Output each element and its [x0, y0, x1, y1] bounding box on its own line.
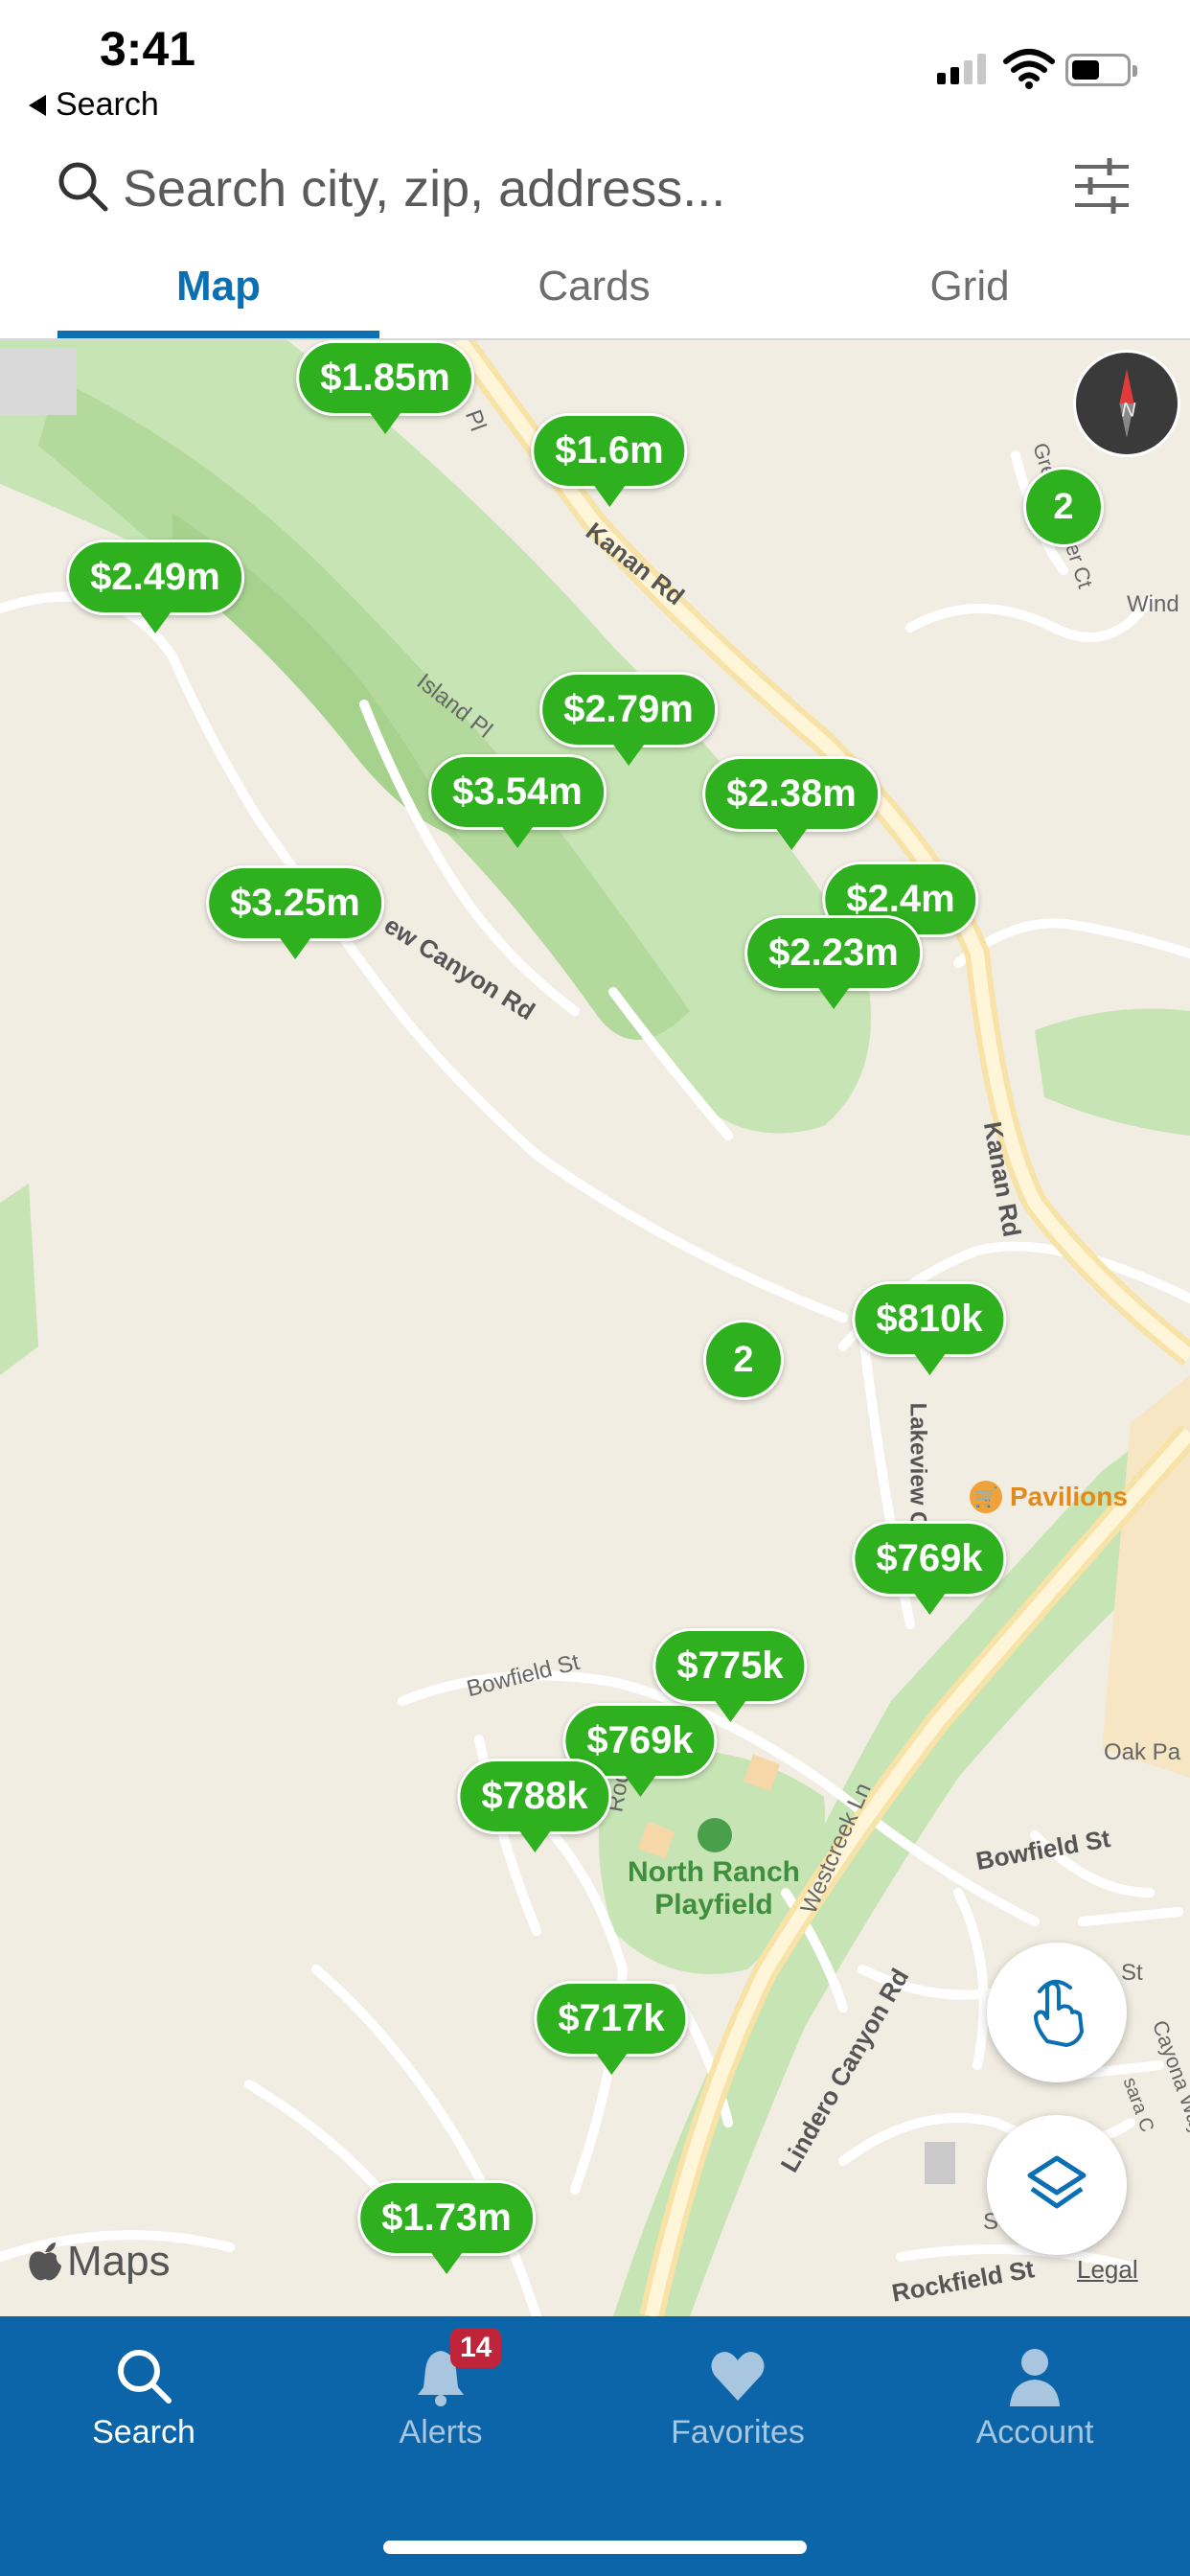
nav-search-label: Search [92, 2414, 195, 2450]
map-layers-button[interactable] [987, 2115, 1127, 2255]
poi-pavilions[interactable]: 🛒 Pavilions [970, 1481, 1128, 1513]
price-pin[interactable]: $775k [652, 1628, 808, 1704]
nav-alerts-label: Alerts [399, 2414, 483, 2450]
person-icon [1010, 2349, 1060, 2406]
price-pin[interactable]: $3.25m [206, 865, 384, 941]
nav-alerts[interactable]: Alerts [297, 2345, 584, 2451]
battery-icon [1065, 54, 1137, 86]
back-to-search-link[interactable]: Search [29, 86, 159, 124]
price-pin[interactable]: $2.79m [539, 672, 718, 748]
heart-icon [711, 2352, 765, 2401]
nav-account[interactable]: Account [891, 2345, 1179, 2451]
price-pin[interactable]: $717k [534, 1981, 689, 2057]
legal-link[interactable]: Legal [1077, 2255, 1138, 2285]
price-pin[interactable]: $810k [852, 1281, 1007, 1357]
poi-pavilions-label: Pavilions [1010, 1482, 1128, 1511]
svg-text:N: N [1121, 399, 1136, 421]
price-pin[interactable]: $2.49m [66, 540, 244, 615]
listing-cluster[interactable]: 2 [703, 1320, 784, 1400]
bottom-tab-bar: Search Alerts 14 Favorites Account [0, 2316, 1190, 2576]
price-pin[interactable]: $3.54m [428, 754, 606, 830]
tab-cards[interactable]: Cards [431, 263, 757, 310]
status-bar: 3:41 Search [0, 0, 1190, 134]
compass-icon[interactable]: N [1073, 350, 1180, 457]
park-tree-icon [698, 1818, 732, 1852]
map-view[interactable]: Kanan Rd Kanan Rd Island Pl ew Canyon Rd… [0, 340, 1190, 2316]
back-arrow-icon [29, 94, 46, 116]
park-label: North Ranch Playfield [628, 1856, 800, 1920]
nav-search[interactable]: Search [0, 2345, 287, 2451]
price-pin[interactable]: $2.23m [744, 915, 923, 991]
search-input[interactable] [123, 155, 985, 222]
home-indicator [383, 2541, 807, 2554]
apple-maps-attribution: Maps [27, 2238, 171, 2286]
nav-favorites-label: Favorites [671, 2414, 805, 2450]
search-bar [0, 134, 1190, 249]
hand-pointer-icon [1034, 1980, 1084, 2047]
layers-icon [1027, 2155, 1087, 2209]
back-link-label: Search [56, 86, 159, 123]
listing-cluster[interactable]: 2 [1023, 467, 1104, 547]
nav-account-label: Account [975, 2414, 1094, 2450]
cellular-signal-icon [937, 52, 986, 84]
status-time: 3:41 [100, 22, 196, 76]
wifi-icon [1003, 49, 1055, 89]
road-label-lakeview: Lakeview C [904, 1402, 931, 1529]
filter-sliders-icon[interactable] [1071, 155, 1133, 217]
tab-map[interactable]: Map [56, 263, 381, 310]
road-label-oak-pa: Oak Pa [1104, 1739, 1181, 1765]
price-pin[interactable]: $1.73m [357, 2180, 536, 2256]
tab-grid[interactable]: Grid [807, 263, 1133, 310]
shopping-cart-icon: 🛒 [970, 1481, 1002, 1513]
road-label-wind: Wind [1127, 591, 1179, 617]
active-tab-indicator [57, 331, 379, 338]
alerts-count-badge: 14 [450, 2328, 502, 2368]
road-label-st: St [1121, 1960, 1143, 1986]
price-pin[interactable]: $1.6m [531, 413, 688, 489]
search-icon [118, 2350, 172, 2404]
price-pin[interactable]: $2.38m [702, 756, 881, 832]
price-pin[interactable]: $1.85m [296, 340, 474, 416]
price-pin[interactable]: $769k [852, 1521, 1007, 1597]
maps-attribution-label: Maps [67, 2238, 171, 2285]
draw-search-button[interactable] [987, 1943, 1127, 2082]
apple-logo-icon [29, 2242, 61, 2281]
view-tabs: Map Cards Grid [0, 251, 1190, 340]
price-pin[interactable]: $788k [457, 1759, 612, 1834]
nav-favorites[interactable]: Favorites [594, 2345, 881, 2451]
search-icon [58, 162, 108, 212]
